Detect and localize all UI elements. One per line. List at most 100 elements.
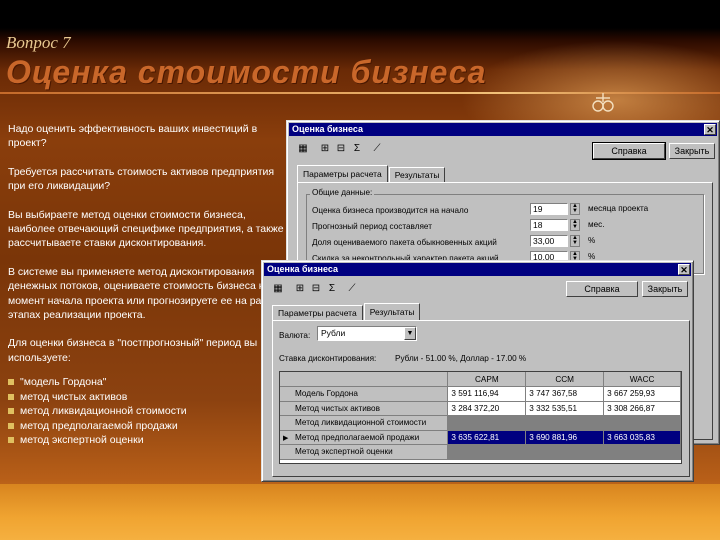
bottom-band (0, 484, 720, 540)
table-cell[interactable] (525, 444, 605, 460)
bullet-text: "модель Гордона" (20, 376, 107, 389)
slide-title: Оценка стоимости бизнеса (6, 54, 487, 90)
scales-icon (592, 93, 614, 112)
group-label: Общие данные: (310, 188, 375, 197)
bullet-square-icon (8, 379, 14, 386)
chevron-down-icon[interactable]: ▼ (404, 327, 416, 340)
table-cell[interactable] (525, 415, 605, 431)
bullet-item: метод чистых активов (8, 390, 290, 404)
bullet-square-icon (8, 422, 14, 429)
table-cell[interactable] (447, 444, 527, 460)
sum-icon[interactable]: Σ (349, 141, 365, 157)
bullet-square-icon (8, 437, 14, 444)
front-dialog-title: Оценка бизнеса (267, 264, 338, 274)
spinner-icon[interactable]: ▲ ▼ (570, 203, 580, 215)
row-header: Метод чистых активов (280, 401, 449, 416)
method-name: Метод ликвидационной стоимости (295, 418, 427, 428)
question-label: Вопрос 7 (6, 33, 71, 52)
bullet-text: метод ликвидационной стоимости (20, 405, 187, 418)
column-header[interactable]: CCM (525, 372, 605, 387)
paragraph: В системе вы применяете метод дисконтиро… (8, 265, 285, 322)
help-button[interactable]: Справка (566, 281, 638, 297)
tab-parameters[interactable]: Параметры расчета (297, 165, 388, 182)
currency-select[interactable]: Рубли ▼ (317, 326, 417, 341)
table-row[interactable]: Модель Гордона 3 591 116,94 3 747 367,58… (280, 386, 681, 402)
row-header: Метод ликвидационной стоимости (280, 415, 449, 431)
table-row[interactable]: Метод ликвидационной стоимости (280, 415, 681, 431)
table-cell[interactable]: 3 663 035,83 (603, 430, 681, 445)
table-row[interactable]: Метод чистых активов 3 284 372,20 3 332 … (280, 401, 681, 416)
table-cell[interactable]: 3 667 259,93 (603, 386, 681, 402)
back-tabs: Параметры расчета Результаты (297, 165, 446, 182)
column-header[interactable]: CAPM (447, 372, 527, 387)
row-header: Метод экспертной оценки (280, 444, 449, 460)
results-grid[interactable]: CAPM CCM WACC Модель Гордона 3 591 116,9… (279, 371, 682, 464)
front-tabs: Параметры расчета Результаты (272, 303, 421, 320)
sum-icon[interactable]: Σ (324, 281, 340, 297)
table-cell[interactable]: 3 332 535,51 (525, 401, 605, 416)
back-dialog-titlebar: Оценка бизнеса ✕ (289, 123, 717, 136)
table-cell[interactable]: 3 308 266,87 (603, 401, 681, 416)
param-label: Доля оцениваемого пакета обыкновенных ак… (312, 237, 497, 247)
method-name: Метод чистых активов (295, 403, 380, 413)
tab-results[interactable]: Результаты (388, 167, 446, 182)
table-cell[interactable] (603, 415, 681, 431)
bullet-text: метод экспертной оценки (20, 433, 144, 446)
close-icon[interactable]: ✕ (678, 264, 690, 275)
table-row[interactable]: Метод экспертной оценки (280, 444, 681, 460)
method-name: Метод предполагаемой продажи (295, 432, 420, 442)
close-icon[interactable]: ✕ (704, 124, 716, 135)
bullet-text: метод чистых активов (20, 390, 128, 403)
bullet-text: метод предполагаемой продажи (20, 419, 178, 432)
chart-icon[interactable]: ⟋ (369, 141, 385, 157)
row-header: Модель Гордона (280, 386, 449, 402)
tree-icon[interactable]: ⊞ (317, 141, 333, 157)
paragraph: Надо оценить эффективность ваших инвести… (8, 123, 258, 150)
table-cell[interactable] (447, 415, 527, 431)
front-dialog: Оценка бизнеса ✕ ▦ ⊞ ⊟ Σ ⟋ Справка Закры… (261, 260, 694, 482)
calculator-icon[interactable]: ▦ (295, 141, 311, 157)
column-header[interactable]: WACC (603, 372, 681, 387)
bullet-square-icon (8, 408, 14, 415)
slide-background: Вопрос 7 Оценка стоимости бизнеса Надо о… (0, 0, 720, 540)
bullet-item: "модель Гордона" (8, 375, 290, 389)
calculator-icon[interactable]: ▦ (270, 281, 286, 297)
table-cell[interactable]: 3 690 881,96 (525, 430, 605, 445)
paragraph: Требуется рассчитать стоимость активов п… (8, 165, 275, 193)
close-button[interactable]: Закрыть (642, 281, 688, 297)
bullet-square-icon (8, 393, 14, 400)
spinner-icon[interactable]: ▲ ▼ (570, 219, 580, 231)
param-label: Оценка бизнеса производится на начало (312, 205, 469, 215)
tree-icon[interactable]: ⊞ (292, 281, 308, 297)
back-dialog-title: Оценка бизнеса (292, 124, 363, 134)
table-cell[interactable]: 3 635 622,81 (447, 430, 527, 445)
table-cell[interactable] (603, 444, 681, 460)
paragraph: Вы выбираете метод оценки стоимости бизн… (8, 208, 284, 250)
table-cell[interactable]: 3 591 116,94 (447, 386, 527, 402)
tree-expand-icon[interactable]: ⊟ (333, 141, 349, 157)
currency-value: Рубли (321, 328, 346, 338)
bullet-item: метод предполагаемой продажи (8, 419, 290, 433)
chart-icon[interactable]: ⟋ (344, 281, 360, 297)
table-row-selected[interactable]: ▶ Метод предполагаемой продажи 3 635 622,… (280, 430, 681, 445)
unit-label: % (588, 236, 596, 245)
table-cell[interactable]: 3 284 372,20 (447, 401, 527, 416)
grid-corner (280, 372, 449, 387)
table-cell[interactable]: 3 747 367,58 (525, 386, 605, 402)
row-header: ▶ Метод предполагаемой продажи (280, 430, 449, 445)
tree-expand-icon[interactable]: ⊟ (308, 281, 324, 297)
discount-rate-value: Рубли - 51.00 %, Доллар - 17.00 % (395, 353, 527, 363)
help-button[interactable]: Справка (592, 142, 666, 160)
spinner-icon[interactable]: ▲ ▼ (570, 235, 580, 247)
tab-results[interactable]: Результаты (363, 303, 421, 320)
tab-parameters[interactable]: Параметры расчета (272, 305, 363, 320)
row-pointer-icon: ▶ (283, 434, 289, 442)
close-button[interactable]: Закрыть (669, 143, 715, 159)
forecast-period-input[interactable]: 18 (530, 219, 568, 231)
method-name: Метод экспертной оценки (295, 447, 393, 457)
front-tab-panel: Валюта: Рубли ▼ Ставка дисконтирования: … (272, 320, 690, 477)
start-month-input[interactable]: 19 (530, 203, 568, 215)
share-input[interactable]: 33,00 (530, 235, 568, 247)
unit-label: мес. (588, 220, 605, 229)
bullet-item: метод ликвидационной стоимости (8, 404, 290, 418)
